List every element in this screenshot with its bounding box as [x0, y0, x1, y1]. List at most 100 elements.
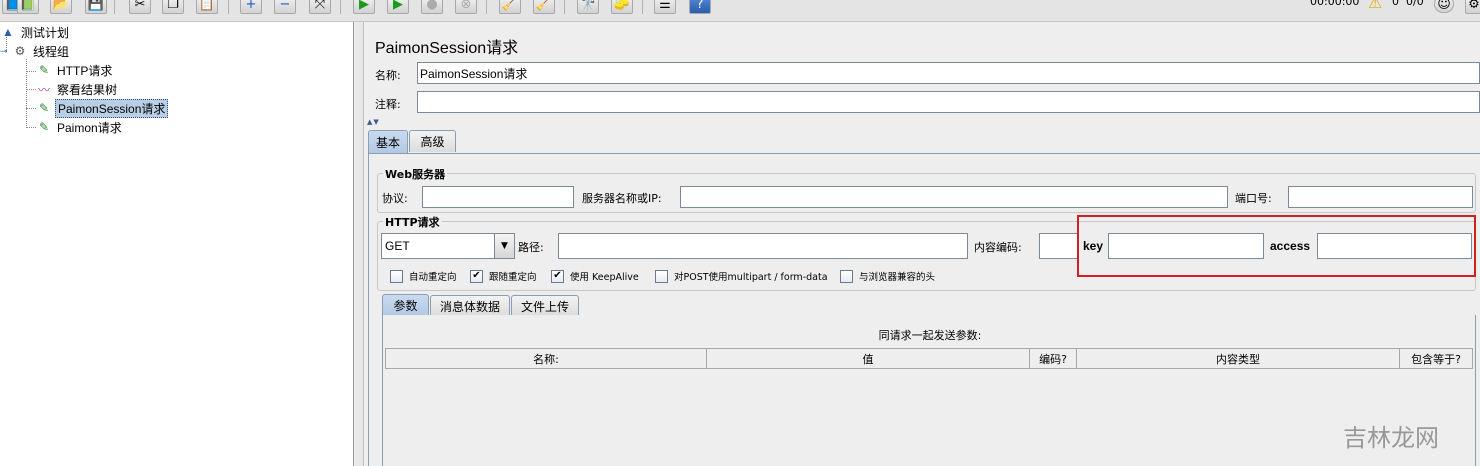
tab-body-data[interactable]: 消息体数据 — [430, 295, 510, 316]
expand-icon[interactable]: + — [240, 0, 262, 14]
toolbar-separator — [340, 0, 341, 14]
checkbox-box[interactable] — [390, 269, 403, 283]
clear-icon[interactable]: 🧹 — [499, 0, 521, 14]
test-plan-icon: ▲ — [2, 25, 14, 39]
method-value: GET — [385, 239, 410, 253]
name-field[interactable]: PaimonSession请求 — [417, 62, 1480, 84]
parameters-title: 同请求一起发送参数: — [878, 329, 982, 342]
shutdown-icon[interactable]: ⊗ — [455, 0, 477, 14]
tree-line — [26, 59, 27, 128]
pipette-icon: ✎ — [38, 120, 50, 134]
column-header-name[interactable]: 名称: — [385, 348, 707, 369]
gear-icon: ⚙ — [14, 44, 26, 58]
stop-icon[interactable]: ● — [421, 0, 443, 14]
panel-splitter[interactable] — [355, 22, 364, 466]
table-body[interactable] — [385, 369, 1473, 466]
browser-headers-checkbox[interactable]: 与浏览器兼容的头 — [840, 269, 935, 283]
chart-icon: 〰 — [37, 82, 50, 97]
checkbox-box[interactable] — [840, 269, 853, 283]
watermark: 吉林龙网 — [1343, 424, 1439, 452]
pipette-icon: ✎ — [38, 63, 50, 77]
check-icon[interactable]: ✔ — [551, 269, 564, 283]
checkbox-box[interactable] — [655, 269, 668, 283]
name-label: 名称: — [375, 69, 401, 82]
folder-icon[interactable]: 📂 — [50, 0, 72, 14]
toolbar-separator — [564, 0, 565, 14]
settings-icon[interactable]: ⚙ — [1465, 0, 1480, 14]
tree-node-paimon-session-request[interactable]: ✎ PaimonSession请求 — [36, 98, 169, 118]
keepalive-checkbox[interactable]: ✔ 使用 KeepAlive — [551, 269, 639, 283]
protocol-label: 协议: — [382, 192, 408, 205]
paste-icon[interactable]: 📋 — [196, 0, 218, 14]
toolbar-separator — [114, 0, 115, 14]
tab-file-upload[interactable]: 文件上传 — [511, 295, 579, 316]
help-icon[interactable]: ? — [689, 0, 711, 14]
tab-basic[interactable]: 基本 — [368, 130, 408, 153]
pipette-icon: ✎ — [38, 101, 50, 115]
port-field[interactable] — [1288, 186, 1473, 208]
tree-node-test-plan[interactable]: ▲ 测试计划 — [0, 23, 71, 41]
cut-icon[interactable]: ✂ — [129, 0, 151, 14]
tree-line — [26, 89, 36, 90]
toolbar: 📘 📗 📂 💾 ✂ ❐ 📋 + − ⤧ ▶ ▶ ● ⊗ 🧹 🧹 🔭 🧽 ☰ ? … — [0, 0, 1480, 22]
warning-icon[interactable]: ⚠ — [1368, 0, 1382, 12]
start-icon[interactable]: ▶ — [353, 0, 375, 14]
content-encoding-field[interactable] — [1039, 233, 1079, 259]
clear-all-icon[interactable]: 🧹 — [533, 0, 555, 14]
collapse-icon[interactable]: − — [274, 0, 296, 14]
multipart-checkbox[interactable]: 对POST使用multipart / form-data — [655, 269, 828, 283]
column-header-content-type[interactable]: 内容类型 — [1077, 348, 1400, 369]
tab-parameters[interactable]: 参数 — [382, 294, 429, 316]
table-header: 名称: 值 编码? 内容类型 包含等于? — [385, 348, 1473, 369]
follow-redirects-checkbox[interactable]: ✔ 跟随重定向 — [470, 269, 537, 283]
comment-label: 注释: — [375, 98, 401, 111]
server-name-field[interactable] — [680, 186, 1228, 208]
tree-line — [26, 108, 36, 109]
column-header-include-equals[interactable]: 包含等于? — [1400, 348, 1473, 369]
toggle-icon[interactable]: ⤧ — [309, 0, 331, 14]
chevron-down-icon[interactable]: ▼ — [494, 234, 514, 258]
copy-icon[interactable]: ❐ — [162, 0, 184, 14]
http-request-title: HTTP请求 — [383, 214, 442, 230]
config-tabs: 基本 高级 — [368, 130, 1480, 154]
warning-count: 0 0/0 — [1392, 0, 1424, 8]
path-label: 路径: — [518, 241, 544, 254]
start-no-pause-icon[interactable]: ▶ — [387, 0, 409, 14]
check-icon[interactable]: ✔ — [470, 269, 483, 283]
search-icon[interactable]: 🔭 — [577, 0, 599, 14]
server-name-label: 服务器名称或IP: — [582, 192, 662, 205]
tree-node-view-results-tree[interactable]: 〰 察看结果树 — [36, 80, 119, 98]
method-select[interactable]: GET ▼ — [381, 233, 515, 259]
page-title: PaimonSession请求 — [375, 40, 519, 57]
parameters-table: 同请求一起发送参数: 名称: 值 编码? 内容类型 包含等于? — [382, 315, 1476, 466]
tab-advanced[interactable]: 高级 — [409, 130, 456, 152]
function-helper-icon[interactable]: ☰ — [654, 0, 676, 14]
comment-field[interactable] — [417, 91, 1480, 113]
open-icon[interactable]: 📗 — [17, 0, 39, 14]
tree-node-thread-group[interactable]: ⊸ ⚙ 线程组 — [0, 42, 71, 60]
test-plan-tree: ▲ 测试计划 ⊸ ⚙ 线程组 ✎ HTTP请求 〰 察看结果树 ✎ Paimon… — [0, 22, 354, 466]
toolbar-separator — [642, 0, 643, 14]
elapsed-timer: 00:00:00 — [1310, 0, 1360, 8]
toolbar-separator — [486, 0, 487, 14]
tree-line — [26, 71, 36, 72]
column-header-value[interactable]: 值 — [707, 348, 1030, 369]
save-icon[interactable]: 💾 — [85, 0, 107, 14]
highlight-box — [1077, 215, 1476, 277]
parameter-tabs: 参数 消息体数据 文件上传 — [382, 294, 1476, 316]
toolbar-separator — [228, 0, 229, 14]
tree-node-paimon-request[interactable]: ✎ Paimon请求 — [36, 118, 124, 136]
tree-node-http-request[interactable]: ✎ HTTP请求 — [36, 61, 114, 79]
content-encoding-label: 内容编码: — [974, 241, 1022, 254]
port-label: 端口号: — [1235, 192, 1272, 205]
path-field[interactable] — [558, 233, 968, 259]
reset-search-icon[interactable]: 🧽 — [611, 0, 633, 14]
remote-status-icon[interactable]: ☺ — [1434, 0, 1454, 13]
collapse-arrows-icon[interactable]: ▲▼ — [367, 118, 380, 126]
protocol-field[interactable] — [422, 186, 574, 208]
tree-line — [26, 127, 36, 128]
column-header-encode[interactable]: 编码? — [1030, 348, 1077, 369]
auto-redirect-checkbox[interactable]: 自动重定向 — [390, 269, 457, 283]
web-server-title: Web服务器 — [383, 166, 448, 182]
expand-toggle-icon[interactable]: ⊸ — [0, 46, 12, 57]
